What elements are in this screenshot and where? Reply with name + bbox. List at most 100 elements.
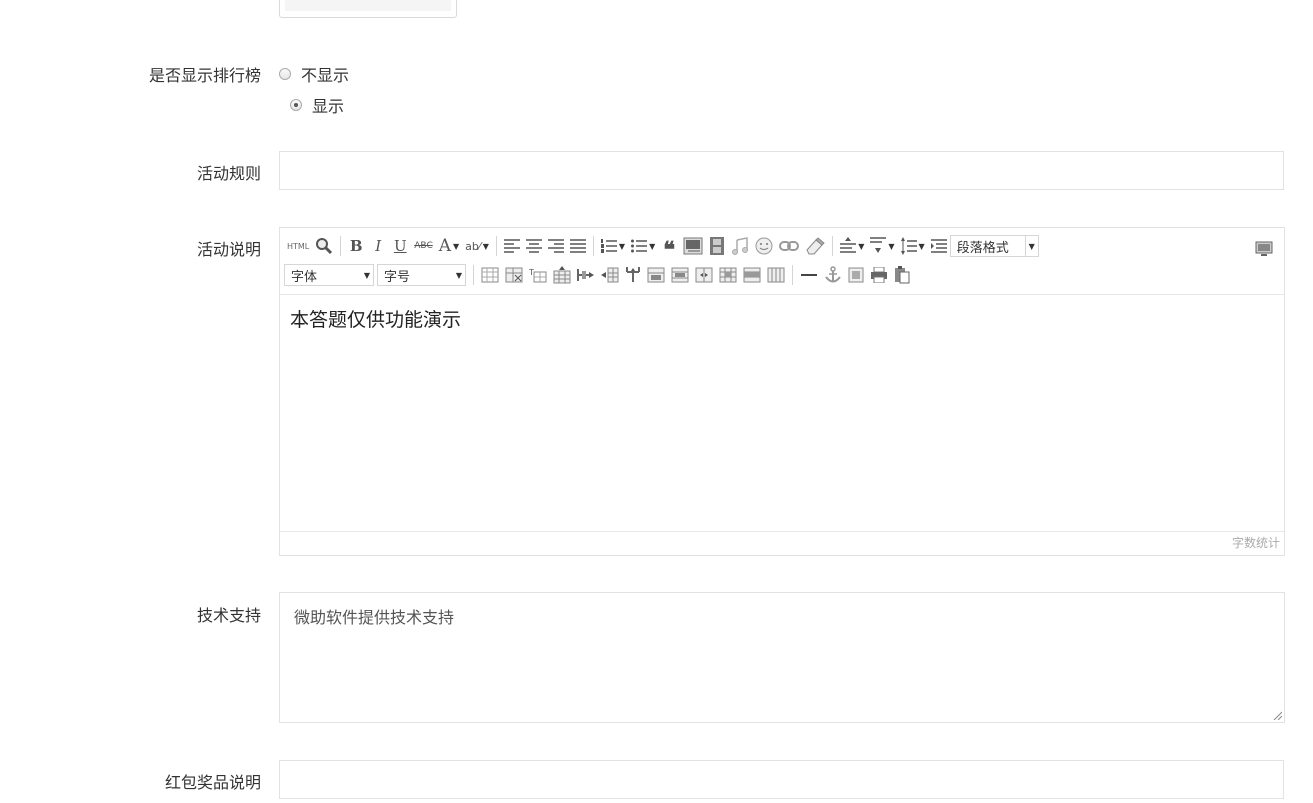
insert-table-button[interactable] xyxy=(478,264,502,286)
bold-button[interactable]: B xyxy=(345,235,367,257)
previous-field-inner xyxy=(285,0,451,11)
support-label: 技术支持 xyxy=(196,606,261,625)
font-color-button[interactable]: A ▼ xyxy=(436,235,462,257)
italic-button[interactable]: I xyxy=(367,235,389,257)
film-icon xyxy=(710,237,725,255)
blockquote-button[interactable]: ❝ xyxy=(658,235,680,261)
monitor-icon xyxy=(1255,241,1273,256)
align-left-button[interactable] xyxy=(501,235,523,257)
font-size-select[interactable]: 字号 ▼ xyxy=(377,264,466,286)
merge-right-button[interactable] xyxy=(644,264,668,286)
rich-text-editor[interactable]: HTML B I U ABC A ▼ ab ⁄ ▼ ▼ ▼ ❝ ▼ ▼ ▼ 段落… xyxy=(279,227,1285,556)
html-source-button[interactable]: HTML xyxy=(284,235,312,257)
ranking-label: 是否显示排行榜 xyxy=(148,66,261,85)
indent-button[interactable] xyxy=(928,235,950,257)
unordered-list-button[interactable]: ▼ xyxy=(628,235,658,257)
justify-button[interactable] xyxy=(567,235,589,257)
merge-right-icon xyxy=(647,267,665,283)
insert-video-button[interactable] xyxy=(706,235,728,257)
insert-music-button[interactable] xyxy=(728,235,752,257)
image-icon xyxy=(683,237,703,255)
print-button[interactable] xyxy=(867,264,891,286)
paste-plain-button[interactable] xyxy=(891,264,913,286)
insert-image-button[interactable] xyxy=(680,235,706,257)
line-height-button[interactable]: ▼ xyxy=(898,235,928,257)
radio-circle-icon[interactable] xyxy=(279,68,291,80)
split-row-cells-button[interactable] xyxy=(740,264,764,286)
toolbar-row-2: 字体 ▼ 字号 ▼ T xyxy=(284,263,913,287)
support-textarea-text: 微助软件提供技术支持 xyxy=(294,608,455,627)
fullscreen-button[interactable] xyxy=(1252,238,1276,260)
frame-icon xyxy=(848,267,864,283)
bold-icon: B xyxy=(349,237,363,255)
toolbar-separator xyxy=(592,236,594,256)
paragraph-format-select[interactable]: 段落格式 ▼ xyxy=(949,235,1039,257)
dropdown-arrow-icon: ▼ xyxy=(858,241,865,251)
merge-down-icon xyxy=(671,267,689,283)
indent-icon xyxy=(930,239,947,253)
toolbar-row-1: HTML B I U ABC A ▼ ab ⁄ ▼ ▼ ▼ ❝ ▼ ▼ ▼ 段落… xyxy=(284,234,1042,261)
dropdown-arrow-icon: ▼ xyxy=(618,241,626,251)
chevron-down-icon: ▼ xyxy=(363,270,371,280)
insert-frame-button[interactable] xyxy=(845,264,867,286)
align-center-button[interactable] xyxy=(523,235,545,257)
split-rows-button[interactable] xyxy=(716,264,740,286)
align-right-button[interactable] xyxy=(545,235,567,257)
font-family-select[interactable]: 字体 ▼ xyxy=(284,264,374,286)
magnifier-icon xyxy=(316,238,333,255)
previous-field-box[interactable] xyxy=(279,0,457,18)
radio-label-hide: 不显示 xyxy=(301,66,350,85)
merge-down-button[interactable] xyxy=(668,264,692,286)
toolbar-separator xyxy=(473,265,474,285)
eraser-icon xyxy=(806,237,825,255)
anchor-button[interactable] xyxy=(821,264,845,286)
resize-grip-icon[interactable] xyxy=(1273,711,1282,720)
line-height-icon xyxy=(900,237,917,255)
editor-content[interactable]: 本答题仅供功能演示 xyxy=(290,305,461,332)
insert-col-after-button[interactable] xyxy=(598,264,622,286)
radio-hide-ranking[interactable]: 不显示 xyxy=(279,62,349,86)
clear-format-button[interactable] xyxy=(802,235,828,257)
paragraph-format-value: 段落格式 xyxy=(956,240,1009,256)
chevron-down-icon: ▼ xyxy=(455,270,463,280)
radio-show-ranking[interactable]: 显示 xyxy=(290,93,344,117)
rules-input[interactable] xyxy=(279,151,1284,190)
insert-col-before-button[interactable] xyxy=(574,264,598,286)
merge-cells-button[interactable] xyxy=(622,264,644,286)
unordered-list-icon xyxy=(631,239,648,253)
align-left-icon xyxy=(503,239,520,253)
radio-label-show: 显示 xyxy=(312,97,345,116)
font-color-icon: A xyxy=(438,236,452,256)
row-spacing-top-button[interactable]: ▼ xyxy=(837,235,867,257)
insert-caption-button[interactable]: T xyxy=(526,264,550,286)
row-spacing-top-icon xyxy=(840,237,857,253)
justify-icon xyxy=(569,239,586,253)
pen-icon: ⁄ xyxy=(478,239,481,253)
horizontal-rule-button[interactable] xyxy=(797,264,821,286)
anchor-icon xyxy=(825,266,841,283)
delete-table-button[interactable] xyxy=(502,264,526,286)
toolbar-separator xyxy=(792,265,793,285)
preview-button[interactable] xyxy=(312,235,336,257)
redpacket-input[interactable] xyxy=(279,760,1284,799)
split-col-cells-button[interactable] xyxy=(764,264,788,286)
ordered-list-icon xyxy=(600,239,617,253)
strikethrough-button[interactable]: ABC xyxy=(411,235,435,257)
horizontal-line-icon xyxy=(801,274,817,276)
insert-link-button[interactable] xyxy=(776,235,802,257)
background-color-button[interactable]: ab ⁄ ▼ xyxy=(462,235,492,257)
radio-checked-icon[interactable] xyxy=(290,99,302,111)
chevron-down-icon: ▼ xyxy=(1024,236,1038,256)
insert-row-before-button[interactable] xyxy=(550,264,574,286)
support-textarea[interactable]: 微助软件提供技术支持 xyxy=(279,592,1285,723)
split-cells-button[interactable] xyxy=(692,264,716,286)
smiley-icon xyxy=(755,237,773,255)
row-spacing-bottom-button[interactable]: ▼ xyxy=(867,235,897,257)
col-insert-after-icon xyxy=(601,267,619,283)
ordered-list-button[interactable]: ▼ xyxy=(598,235,628,257)
clipboard-icon xyxy=(895,266,910,284)
table-caption-icon: T xyxy=(529,268,547,283)
html-icon: HTML xyxy=(287,241,310,251)
underline-button[interactable]: U xyxy=(389,235,411,257)
emoticon-button[interactable] xyxy=(752,235,776,257)
